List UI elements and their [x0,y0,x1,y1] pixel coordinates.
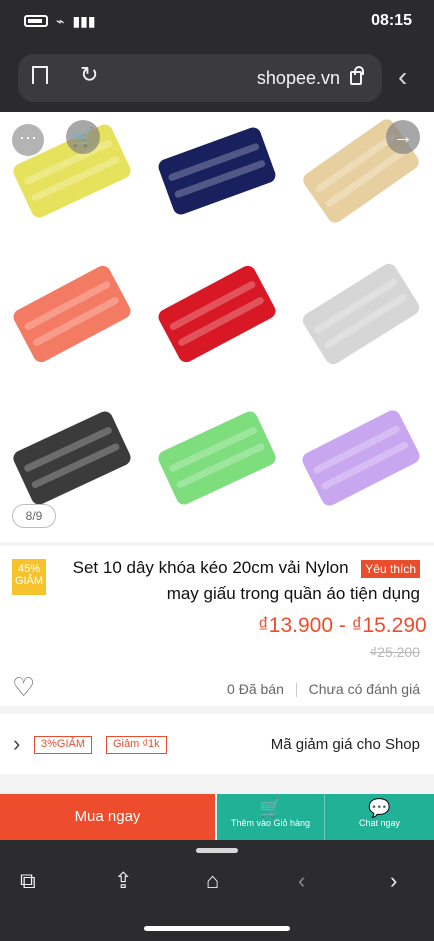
sold-count: 0 Đã bán [227,681,284,697]
rating-line: 0 Đã bán Chưa có đánh giá [227,681,420,698]
status-icons: ⌁ ▮▮▮ [24,14,96,28]
gallery-grid [0,112,434,542]
divider [295,683,297,698]
voucher-chip-percent[interactable]: 3%GIẢM [34,736,93,754]
signal-icon: ▮▮▮ [72,13,96,29]
product-info: 45% GIẢM Set 10 dây khóa kéo 20cm vải Ny… [0,546,434,706]
page-indicator: 8/9 [12,504,56,528]
chat-button[interactable]: 💬 Chat ngay [324,794,434,840]
more-icon[interactable]: ⋯ [12,124,44,156]
bookmark-icon[interactable] [32,66,48,84]
refresh-icon[interactable]: ↻ [80,64,98,86]
thumbnail-9[interactable] [289,399,434,542]
zipper-bundle-image [300,261,423,368]
add-to-cart-label: Thêm vào Giỏ hàng [230,818,311,828]
price-range: ₫13.900 - ₫15.290 [258,614,427,637]
home-indicator [144,926,290,931]
bottom-action-bar: Mua ngay 🛒 Thêm vào Giỏ hàng 💬 Chat ngay [0,794,434,840]
thumbnail-2[interactable] [145,112,290,255]
thumbnail-6[interactable] [289,255,434,398]
forward-arrow-icon[interactable]: › [390,870,397,892]
shop-voucher-row[interactable]: › 3%GIẢM Giảm ₫1k Mã giảm giá cho Shop [0,716,434,774]
zipper-bundle-image [10,408,134,507]
heart-icon[interactable]: ♡ [12,674,38,700]
buy-now-button[interactable]: Mua ngay [0,794,215,840]
url-text[interactable]: shopee.vn [257,68,340,89]
url-bar[interactable]: ↻ shopee.vn [18,54,382,102]
back-icon[interactable]: ‹ [398,63,407,91]
zipper-bundle-image [155,263,278,366]
chat-label: Chat ngay [358,818,401,828]
product-title-line1: Set 10 dây khóa kéo 20cm vải Nylon Yêu t… [73,558,420,578]
section-divider [0,706,434,714]
discount-label: GIẢM [14,575,44,587]
add-to-cart-icon: 🛒 [259,798,282,818]
back-arrow-icon[interactable]: ‹ [298,870,305,892]
battery-icon [24,15,48,27]
tabs-icon[interactable]: ⧉ [20,870,36,892]
zipper-bundle-image [155,408,278,507]
product-title-part1: Set 10 dây khóa kéo 20cm vải Nylon [72,558,349,577]
voucher-label: Mã giảm giá cho Shop [270,736,420,753]
favorite-tag: Yêu thích [361,559,420,578]
next-arrow-icon[interactable]: → [386,120,420,154]
thumbnail-5[interactable] [145,255,290,398]
browser-top-bar: ⌁ ▮▮▮ 08:15 ↻ shopee.vn ‹ [0,0,434,112]
add-to-cart-button[interactable]: 🛒 Thêm vào Giỏ hàng [217,794,324,840]
discount-badge: 45% GIẢM [12,559,46,595]
thumbnail-4[interactable] [0,255,145,398]
thumbnail-8[interactable] [145,399,290,542]
status-time: 08:15 [371,12,412,29]
share-icon[interactable]: ⇪ [114,870,132,892]
lock-icon [350,66,364,85]
product-title-line2: may giấu trong quần áo tiện dụng [166,584,420,603]
zipper-bundle-image [10,263,134,366]
chevron-right-icon[interactable]: › [13,733,20,755]
zipper-bundle-image [155,125,278,217]
sheet-handle[interactable] [196,848,238,853]
rating-status: Chưa có đánh giá [308,681,420,697]
home-icon[interactable]: ⌂ [206,870,219,892]
wifi-icon: ⌁ [56,13,65,29]
old-price: ₫25.200 [369,644,420,660]
browser-bottom-toolbar: ⧉ ⇪ ⌂ ‹ › [0,840,434,941]
cart-icon[interactable]: 🛒 [66,120,100,154]
zipper-bundle-image [300,407,423,509]
discount-percent: 45% [17,563,41,575]
section-divider [0,774,434,794]
product-gallery[interactable]: ⋯ 🛒 → 8/9 [0,112,434,542]
chat-icon: 💬 [368,798,391,818]
voucher-chip-amount[interactable]: Giảm ₫1k [106,736,167,754]
